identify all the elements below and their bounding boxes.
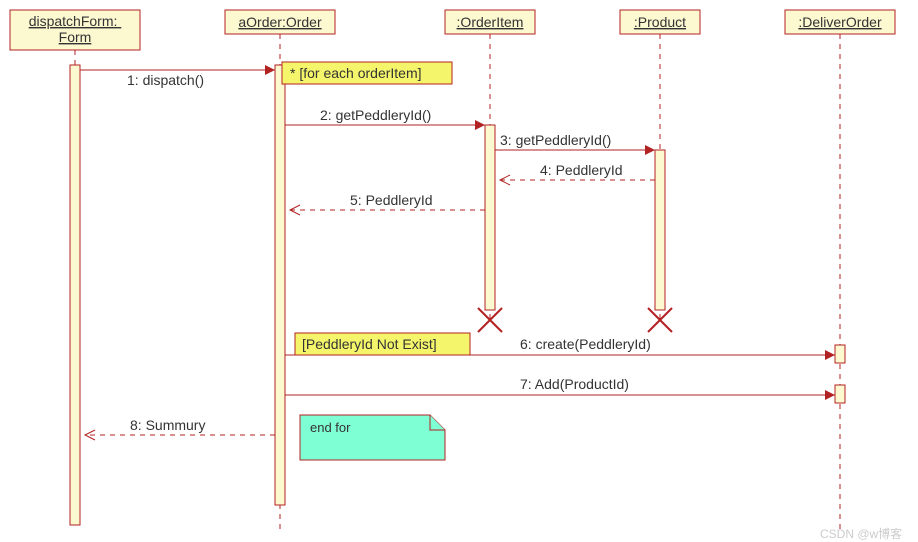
message-dispatch: 1: dispatch()	[80, 65, 275, 88]
sequence-diagram: dispatchForm: Form aOrder:Order :OrderIt…	[0, 0, 918, 542]
lifeline-label: aOrder:Order	[238, 14, 322, 30]
message-add: 7: Add(ProductId)	[285, 376, 835, 400]
note-endfor: end for	[300, 415, 445, 460]
message-label: 6: create(PeddleryId)	[520, 336, 651, 352]
guard-label: * [for each orderItem]	[290, 65, 422, 81]
watermark-text: CSDN @w博客	[820, 526, 902, 541]
message-getpeddleryid-orderitem: 2: getPeddleryId()	[285, 107, 485, 130]
lifeline-label: :DeliverOrder	[798, 14, 882, 30]
return-summury: 8: Summury	[85, 417, 275, 440]
message-label: 8: Summury	[130, 417, 205, 433]
lifeline-label: :Product	[634, 14, 686, 30]
destroy-product	[648, 308, 672, 332]
activation-dispatchform	[70, 65, 80, 525]
guard-peddleryid-not-exist: [PeddleryId Not Exist]	[295, 333, 470, 355]
return-peddleryid-product: 4: PeddleryId	[500, 162, 655, 185]
return-peddleryid-orderitem: 5: PeddleryId	[290, 192, 485, 215]
message-getpeddleryid-product: 3: getPeddleryId()	[495, 132, 655, 155]
lifeline-label: :OrderItem	[457, 14, 524, 30]
activation-deliverorder-1	[835, 345, 845, 363]
activation-deliverorder-2	[835, 385, 845, 403]
message-label: 7: Add(ProductId)	[520, 376, 629, 392]
destroy-orderitem	[478, 308, 502, 332]
message-label: 4: PeddleryId	[540, 162, 623, 178]
message-label: 3: getPeddleryId()	[500, 132, 611, 148]
lifeline-deliverorder: :DeliverOrder	[785, 10, 895, 530]
guard-label: [PeddleryId Not Exist]	[302, 336, 437, 352]
guard-loop: * [for each orderItem]	[282, 62, 452, 84]
note-label: end for	[310, 420, 351, 435]
message-label: 2: getPeddleryId()	[320, 107, 431, 123]
activation-aorder	[275, 65, 285, 505]
activation-orderitem	[485, 125, 495, 310]
activation-product	[655, 150, 665, 310]
message-label: 5: PeddleryId	[350, 192, 433, 208]
message-label: 1: dispatch()	[127, 72, 204, 88]
